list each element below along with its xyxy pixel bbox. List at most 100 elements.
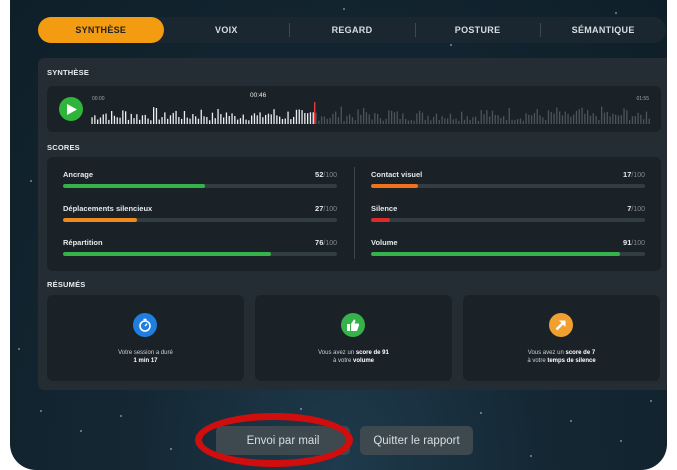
waveform-bar: [371, 119, 373, 124]
waveform-bar: [251, 115, 253, 124]
waveform-bar: [472, 117, 474, 124]
waveform-bar: [626, 110, 628, 124]
waveform-bar: [452, 119, 454, 124]
waveform-bar: [181, 118, 183, 124]
summary-cards: Votre session a duré 1 min 17 Vous avez …: [47, 295, 661, 381]
waveform-bar: [424, 119, 426, 124]
waveform-bar: [295, 109, 298, 124]
waveform-bar: [617, 115, 620, 124]
waveform-bar: [427, 115, 429, 124]
waveform-bar: [329, 117, 331, 124]
current-time: 00:46: [250, 92, 267, 99]
app-screen: SYNTHÈSE VOIX REGARD POSTURE SÉMANTIQUE …: [10, 0, 667, 470]
waveform-bar: [480, 110, 482, 124]
waveform-bar: [119, 117, 121, 124]
waveform-bar: [192, 114, 194, 124]
waveform-bar: [598, 120, 600, 124]
summary-card-duration: Votre session a duré 1 min 17: [47, 295, 244, 381]
waveform-bar: [273, 109, 275, 124]
waveform-bar: [620, 115, 622, 124]
waveform-bar: [281, 119, 284, 124]
play-button[interactable]: [59, 97, 83, 121]
waveform-bar: [416, 113, 418, 124]
waveform-bar: [335, 111, 337, 124]
synthese-section-title: SYNTHÈSE: [47, 68, 90, 77]
waveform-bar: [259, 112, 261, 124]
waveform-bar: [183, 111, 186, 124]
score-value: 91/100: [623, 238, 645, 247]
waveform-bar: [463, 119, 466, 124]
waveform-bar: [589, 115, 592, 124]
waveform-bar: [248, 120, 250, 124]
waveform-bar: [466, 116, 468, 124]
score-label: Répartition: [63, 238, 103, 247]
waveform-bar: [150, 120, 152, 124]
summary-card-volume: Vous avez un score de 91 à votre volume: [255, 295, 452, 381]
waveform-bar: [368, 114, 370, 124]
score-contact-visuel: Contact visuel 17/100: [371, 170, 645, 196]
waveform-bar: [307, 113, 309, 124]
waveform-bar: [396, 111, 398, 124]
waveform-bar: [155, 108, 158, 124]
waveform-bar: [332, 113, 334, 124]
waveform-bar: [623, 108, 625, 124]
tab-voix[interactable]: VOIX: [164, 17, 290, 43]
tab-semantique[interactable]: SÉMANTIQUE: [540, 17, 666, 43]
waveform-bar: [545, 119, 547, 124]
score-label: Contact visuel: [371, 170, 423, 179]
waveform-bar: [522, 120, 524, 124]
score-label: Volume: [371, 238, 398, 247]
waveform-bar: [111, 111, 113, 124]
waveform-bar: [410, 119, 412, 124]
waveform-scrubber[interactable]: [90, 102, 650, 124]
score-value: 17/100: [623, 170, 645, 179]
waveform-bar: [631, 116, 634, 124]
report-panel: SYNTHÈSE 00:00 00:46 01:55 SCORES Ancrag…: [38, 58, 667, 390]
waveform-bar: [508, 107, 510, 124]
resumes-section-title: RÉSUMÉS: [47, 280, 86, 289]
waveform-bar: [640, 114, 642, 124]
waveform-bar: [113, 115, 116, 124]
waveform-bar: [449, 113, 452, 124]
score-bar: [371, 218, 391, 222]
waveform-bar: [567, 113, 569, 124]
waveform-bar: [161, 117, 163, 124]
waveform-bar: [455, 118, 457, 124]
waveform-bar: [158, 119, 160, 124]
waveform-bar: [298, 109, 300, 124]
waveform-bar: [147, 118, 149, 124]
score-label: Silence: [371, 204, 398, 213]
quit-report-button[interactable]: Quitter le rapport: [360, 426, 473, 455]
waveform-bar: [239, 118, 242, 124]
score-label: Ancrage: [63, 170, 94, 179]
score-label: Déplacements silencieux: [63, 204, 153, 213]
waveform-bar: [315, 112, 317, 124]
waveform-bar: [237, 119, 239, 124]
waveform-bar: [189, 118, 191, 124]
tab-posture[interactable]: POSTURE: [414, 17, 541, 43]
summary-card-silence: Vous avez un score de 7 à votre temps de…: [463, 295, 660, 381]
waveform-bar: [382, 120, 384, 124]
score-track: [371, 252, 645, 256]
score-track: [63, 252, 337, 256]
tab-synthese[interactable]: SYNTHÈSE: [38, 17, 164, 43]
waveform-bar: [270, 114, 272, 124]
score-value: 52/100: [315, 170, 337, 179]
waveform-bar: [575, 110, 578, 124]
thumbs-up-icon: [341, 313, 365, 337]
play-icon: [67, 103, 77, 115]
waveform-bar: [214, 118, 216, 124]
waveform-bar: [643, 119, 645, 124]
waveform-bar: [133, 118, 135, 124]
waveform-bar: [349, 114, 351, 124]
waveform-bar: [206, 117, 208, 124]
waveform-bar: [433, 117, 435, 124]
score-track: [371, 218, 645, 222]
waveform-bar: [603, 112, 606, 124]
waveform-bar: [559, 111, 561, 124]
scores-section-title: SCORES: [47, 143, 80, 152]
waveform-bar: [441, 116, 443, 124]
tab-regard[interactable]: REGARD: [289, 17, 415, 43]
waveform-bar: [556, 107, 558, 124]
waveform-bar: [388, 110, 390, 124]
